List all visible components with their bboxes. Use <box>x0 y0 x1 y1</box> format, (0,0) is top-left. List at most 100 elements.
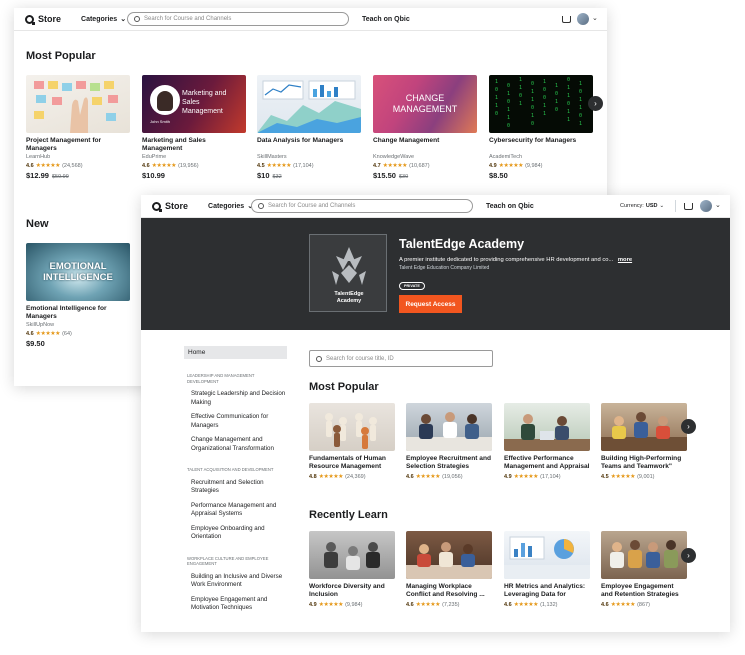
store-logo[interactable]: Store <box>152 201 188 212</box>
sidebar-item[interactable]: Change Management and Organizational Tra… <box>184 436 287 453</box>
rating-count: (9,001) <box>637 473 655 480</box>
sidebar-item[interactable]: Employee Engagement and Motivation Techn… <box>184 596 287 613</box>
course-card[interactable]: Project Management for Managers LearnHub… <box>26 75 130 180</box>
categories-label: Categories <box>81 15 118 23</box>
course-thumbnail: Marketing and Sales Management John Smit… <box>142 75 246 133</box>
course-rating: 4.6 ★★★★★ (1,132) <box>504 601 590 609</box>
rating-count: (7,235) <box>442 601 460 608</box>
course-instructor: LearnHub <box>26 154 51 160</box>
rating-value: 4.7 <box>373 162 381 169</box>
svg-text:1: 1 <box>531 113 534 119</box>
teach-link[interactable]: Teach on Qbic <box>362 16 410 23</box>
star-rating-icon: ★★★★★ <box>415 474 441 480</box>
course-title[interactable]: Effective Performance Management and App… <box>504 455 590 471</box>
star-rating-icon: ★★★★★ <box>382 163 408 169</box>
course-card[interactable]: Managing Workplace Conflict and Resolvin… <box>406 531 492 608</box>
course-title[interactable]: Fundamentals of Human Resource Managemen… <box>309 455 395 471</box>
course-title[interactable]: Employee Engagement and Retention Strate… <box>601 583 687 599</box>
course-thumbnail <box>504 403 590 451</box>
svg-text:0: 0 <box>531 105 534 111</box>
categories-menu[interactable]: Categories ⌄ <box>81 15 126 24</box>
rating-count: (867) <box>637 601 650 608</box>
categories-menu[interactable]: Categories ⌄ <box>208 202 253 211</box>
search-placeholder: Search for Course and Channels <box>144 16 232 22</box>
rating-value: 4.9 <box>489 162 497 169</box>
course-rating: 4.8 ★★★★★ (24,369) <box>309 473 395 481</box>
cart-icon[interactable] <box>562 16 571 23</box>
course-title[interactable]: Marketing and Sales Management <box>142 137 246 153</box>
request-access-button[interactable]: Request Access <box>399 295 462 313</box>
course-card[interactable]: Building High-Performing Teams and Teamw… <box>601 403 687 480</box>
chevron-down-icon[interactable]: ⌄ <box>715 201 721 209</box>
new-heading: New <box>26 218 49 230</box>
svg-text:1: 1 <box>519 101 522 107</box>
avatar[interactable] <box>577 13 589 25</box>
store-logo[interactable]: Store <box>25 14 61 25</box>
course-rating: 4.5 ★★★★★ (17,104) <box>257 162 361 170</box>
svg-text:0: 0 <box>567 77 570 83</box>
rating-count: (17,104) <box>540 473 561 480</box>
course-card[interactable]: 1 0 1 1 0 0 1 0 1 1 0 1 1 0 1 0 1 1 0 1 0 1 0 0 1 1 1 0 1 0 0 1 1 0… <box>489 75 593 180</box>
search-input[interactable]: Search for Course and Channels <box>127 12 349 26</box>
course-title[interactable]: Project Management for Managers <box>26 137 130 153</box>
course-title[interactable]: Emotional Intelligence for Managers <box>26 305 130 321</box>
sidebar-item-home[interactable]: Home <box>184 346 287 359</box>
svg-text:1: 1 <box>519 85 522 91</box>
sidebar-item[interactable]: Performance Management and Appraisal Sys… <box>184 502 287 519</box>
course-card[interactable]: EMOTIONAL INTELLIGENCE Emotional Intelli… <box>26 243 130 348</box>
sidebar-section-heading: WORKPLACE CULTURE AND EMPLOYEE ENGAGEMEN… <box>187 555 269 567</box>
course-card[interactable]: Employee Recruitment and Selection Strat… <box>406 403 492 480</box>
svg-text:0: 0 <box>555 107 558 113</box>
thumbnail-caption: John Smith <box>150 119 171 124</box>
star-rating-icon: ★★★★★ <box>513 602 539 608</box>
rating-count: (24,568) <box>62 162 83 169</box>
course-card[interactable]: Data Analysis for Managers SkillMasters … <box>257 75 361 180</box>
search-input[interactable]: Search for Course and Channels <box>251 199 473 213</box>
rating-count: (24,369) <box>345 473 366 480</box>
course-card[interactable]: Workforce Diversity and Inclusion 4.9 ★★… <box>309 531 395 608</box>
course-title[interactable]: Cybersecurity for Managers <box>489 137 593 153</box>
sidebar-item[interactable]: Employee Onboarding and Orientation <box>184 525 287 542</box>
course-title[interactable]: Data Analysis for Managers <box>257 137 361 153</box>
course-title[interactable]: Workforce Diversity and Inclusion <box>309 583 395 599</box>
category-sidebar: Home LEADERSHIP AND MANAGEMENT DEVELOPME… <box>184 346 287 613</box>
sidebar-item[interactable]: Building an Inclusive and Diverse Work E… <box>184 573 287 590</box>
carousel-next-button[interactable]: › <box>681 548 696 563</box>
sidebar-item[interactable]: Effective Communication for Managers <box>184 413 287 430</box>
svg-text:1: 1 <box>507 107 510 113</box>
course-card[interactable]: Employee Engagement and Retention Strate… <box>601 531 687 608</box>
avatar[interactable] <box>700 200 712 212</box>
sidebar-item[interactable]: Strategic Leadership and Decision Making <box>184 390 287 407</box>
course-title[interactable]: Managing Workplace Conflict and Resolvin… <box>406 583 492 599</box>
star-rating-icon: ★★★★★ <box>35 163 61 169</box>
academy-name: TalentEdge Academy <box>399 237 525 251</box>
course-title[interactable]: Change Management <box>373 137 477 153</box>
course-card[interactable]: Marketing and Sales Management John Smit… <box>142 75 246 180</box>
currency-selector[interactable]: Currency: USD ⌄ <box>620 203 664 209</box>
svg-text:0: 0 <box>579 89 582 95</box>
carousel-next-button[interactable]: › <box>681 419 696 434</box>
course-card[interactable]: Fundamentals of Human Resource Managemen… <box>309 403 395 480</box>
more-link[interactable]: more <box>618 257 632 263</box>
cart-icon[interactable] <box>684 203 693 210</box>
course-thumbnail: EMOTIONAL INTELLIGENCE <box>26 243 130 301</box>
course-thumbnail <box>406 531 492 579</box>
svg-text:0: 0 <box>567 101 570 107</box>
course-search-input[interactable]: Search for course title, ID <box>309 350 493 367</box>
course-title[interactable]: Employee Recruitment and Selection Strat… <box>406 455 492 471</box>
course-card[interactable]: Effective Performance Management and App… <box>504 403 590 480</box>
search-icon <box>134 16 140 22</box>
top-nav: Store Categories ⌄ Search for Course and… <box>14 8 607 31</box>
svg-text:0: 0 <box>507 99 510 105</box>
sidebar-item[interactable]: Recruitment and Selection Strategies <box>184 479 287 496</box>
svg-text:1: 1 <box>579 81 582 87</box>
chevron-down-icon[interactable]: ⌄ <box>592 14 598 22</box>
svg-text:1: 1 <box>543 103 546 109</box>
svg-text:1: 1 <box>495 103 498 109</box>
course-card[interactable]: HR Metrics and Analytics: Leveraging Dat… <box>504 531 590 608</box>
teach-link[interactable]: Teach on Qbic <box>486 203 534 210</box>
course-title[interactable]: Building High-Performing Teams and Teamw… <box>601 455 687 471</box>
carousel-next-button[interactable]: › <box>588 96 603 111</box>
course-title[interactable]: HR Metrics and Analytics: Leveraging Dat… <box>504 583 590 599</box>
course-card[interactable]: CHANGE MANAGEMENT Change Management Know… <box>373 75 477 180</box>
